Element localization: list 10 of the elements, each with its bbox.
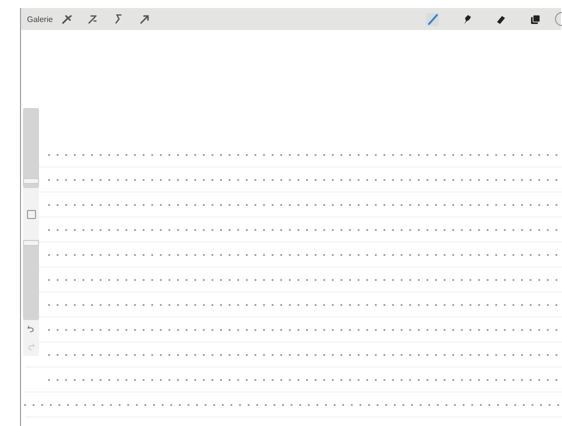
opacity-slider[interactable] <box>23 240 39 320</box>
brush-size-slider[interactable] <box>23 108 39 188</box>
slider-thumb[interactable] <box>23 240 39 246</box>
brush-icon[interactable] <box>426 12 439 26</box>
gallery-button[interactable]: Galerie <box>27 14 53 24</box>
slider-thumb[interactable] <box>23 178 39 184</box>
arrow-icon[interactable] <box>138 12 152 26</box>
modify-button[interactable] <box>26 210 36 218</box>
layers-icon[interactable] <box>528 12 541 26</box>
undo-icon[interactable] <box>27 325 35 333</box>
